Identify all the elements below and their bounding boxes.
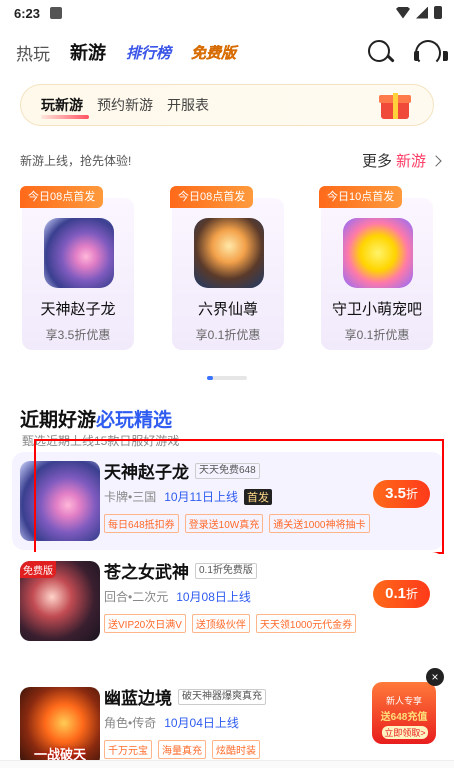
free-version-badge: 免费版 bbox=[20, 561, 56, 578]
game-tags: 送VIP20次日满V 送顶级伙伴 天天领1000元代金券 bbox=[104, 614, 357, 633]
more-new-games-link[interactable]: 更多 新游 bbox=[361, 150, 442, 171]
game-version-tag: 0.1折免费版 bbox=[195, 562, 257, 579]
game-name: 天神赵子龙 bbox=[40, 301, 116, 318]
more-highlight: 新游 bbox=[395, 153, 426, 170]
status-time: 6:23 bbox=[14, 5, 41, 21]
game-tag: 炫酷时装 bbox=[212, 740, 260, 759]
launch-badge: 今日10点首发 bbox=[319, 186, 403, 208]
gift-box-icon bbox=[377, 89, 413, 121]
subtab-server-list[interactable]: 开服表 bbox=[167, 95, 209, 115]
signal-icon bbox=[416, 6, 428, 19]
gift-ad-line1: 新人专享 bbox=[385, 696, 422, 706]
top-actions bbox=[366, 38, 448, 66]
game-title: 幽蓝边境 破天神器爆爽真充 bbox=[104, 684, 266, 709]
game-icon bbox=[343, 218, 413, 288]
section-new-title: 新游上线，抢先体验! bbox=[20, 154, 132, 168]
game-tag: 送顶级伙伴 bbox=[191, 614, 250, 633]
close-icon[interactable]: × bbox=[426, 668, 444, 686]
game-genre: 回合•二次元 bbox=[104, 590, 169, 604]
game-name: 苍之女武神 bbox=[104, 563, 189, 582]
discount-unit: 折 bbox=[405, 587, 418, 601]
new-game-card[interactable]: 今日08点首发 六界仙尊 享0.1折优惠 bbox=[170, 186, 284, 350]
game-icon bbox=[44, 218, 114, 288]
gift-ad-claim-button[interactable]: 立即领取> bbox=[382, 726, 428, 739]
game-release-date: 10月04日上线 bbox=[164, 716, 239, 730]
game-release-date: 10月08日上线 bbox=[176, 590, 251, 604]
game-meta: 角色•传奇 10月04日上线 bbox=[104, 714, 239, 731]
game-discount: 享0.1折优惠 bbox=[344, 328, 410, 342]
game-tag: 天天领1000元代金券 bbox=[255, 614, 357, 633]
section-picks-title: 近期好游必玩精选 bbox=[20, 405, 172, 432]
section-picks-prefix: 近期好游 bbox=[20, 410, 97, 431]
subtab-play-new[interactable]: 玩新游 bbox=[41, 95, 89, 119]
top-nav: 热玩 新游 排行榜 免费版 bbox=[0, 34, 454, 70]
game-list-item[interactable]: 免费版 苍之女武神 0.1折免费版 回合•二次元 10月08日上线 送VIP20… bbox=[12, 552, 444, 650]
more-prefix: 更多 bbox=[361, 153, 392, 170]
gift-ad-line2: 送648充值 bbox=[380, 712, 428, 723]
section-picks-highlight: 必玩精选 bbox=[96, 410, 173, 431]
game-discount: 享0.1折优惠 bbox=[195, 328, 261, 342]
subtab-bar: 玩新游 预约新游 开服表 bbox=[20, 84, 434, 126]
game-genre: 角色•传奇 bbox=[104, 716, 157, 730]
launch-badge: 今日08点首发 bbox=[170, 186, 254, 208]
customer-service-icon[interactable] bbox=[412, 38, 448, 66]
tab-free-version[interactable]: 免费版 bbox=[191, 42, 236, 63]
tab-ranking[interactable]: 排行榜 bbox=[126, 42, 171, 63]
game-tag: 海量真充 bbox=[158, 740, 206, 759]
game-name: 幽蓝边境 bbox=[104, 689, 172, 708]
launch-badge: 今日08点首发 bbox=[20, 186, 104, 208]
game-name: 六界仙尊 bbox=[197, 301, 258, 318]
new-games-carousel[interactable]: 今日08点首发 天神赵子龙 享3.5折优惠 今日08点首发 六界仙尊 享0.1折… bbox=[0, 186, 454, 352]
discount-value: 0.1 bbox=[385, 585, 406, 602]
notification-icon bbox=[50, 7, 63, 19]
subtab-reserve[interactable]: 预约新游 bbox=[97, 95, 153, 115]
status-icons bbox=[396, 6, 442, 19]
newcomer-gift-ad[interactable]: 新人专享 送648充值 立即领取> × bbox=[372, 668, 444, 746]
search-icon[interactable] bbox=[366, 38, 394, 66]
game-meta: 回合•二次元 10月08日上线 bbox=[104, 588, 251, 605]
game-discount: 享3.5折优惠 bbox=[45, 328, 111, 342]
wifi-icon bbox=[396, 6, 410, 19]
chevron-right-icon bbox=[430, 154, 442, 167]
selection-highlight bbox=[34, 439, 444, 554]
discount-button[interactable]: 0.1折 bbox=[373, 580, 430, 608]
bottom-tab-bar[interactable] bbox=[0, 760, 454, 768]
game-tags: 千万元宝 海量真充 炫酷时装 bbox=[104, 740, 260, 759]
game-tag: 送VIP20次日满V bbox=[104, 614, 186, 633]
tab-new-games[interactable]: 新游 bbox=[70, 39, 106, 65]
game-title: 苍之女武神 0.1折免费版 bbox=[104, 558, 257, 583]
game-version-tag: 破天神器爆爽真充 bbox=[178, 688, 266, 705]
new-game-card[interactable]: 今日10点首发 守卫小萌宠吧 享0.1折优惠 bbox=[319, 186, 433, 350]
game-thumbnail: 免费版 bbox=[20, 561, 100, 641]
game-name: 守卫小萌宠吧 bbox=[331, 301, 422, 318]
status-bar: 6:23 bbox=[0, 0, 454, 26]
battery-icon bbox=[434, 6, 442, 19]
game-thumbnail: 一战破天 bbox=[20, 687, 100, 767]
carousel-indicator bbox=[207, 376, 247, 380]
game-icon bbox=[194, 218, 264, 288]
tab-hot[interactable]: 热玩 bbox=[16, 40, 50, 65]
new-game-card[interactable]: 今日08点首发 天神赵子龙 享3.5折优惠 bbox=[20, 186, 134, 350]
game-tag: 千万元宝 bbox=[104, 740, 152, 759]
